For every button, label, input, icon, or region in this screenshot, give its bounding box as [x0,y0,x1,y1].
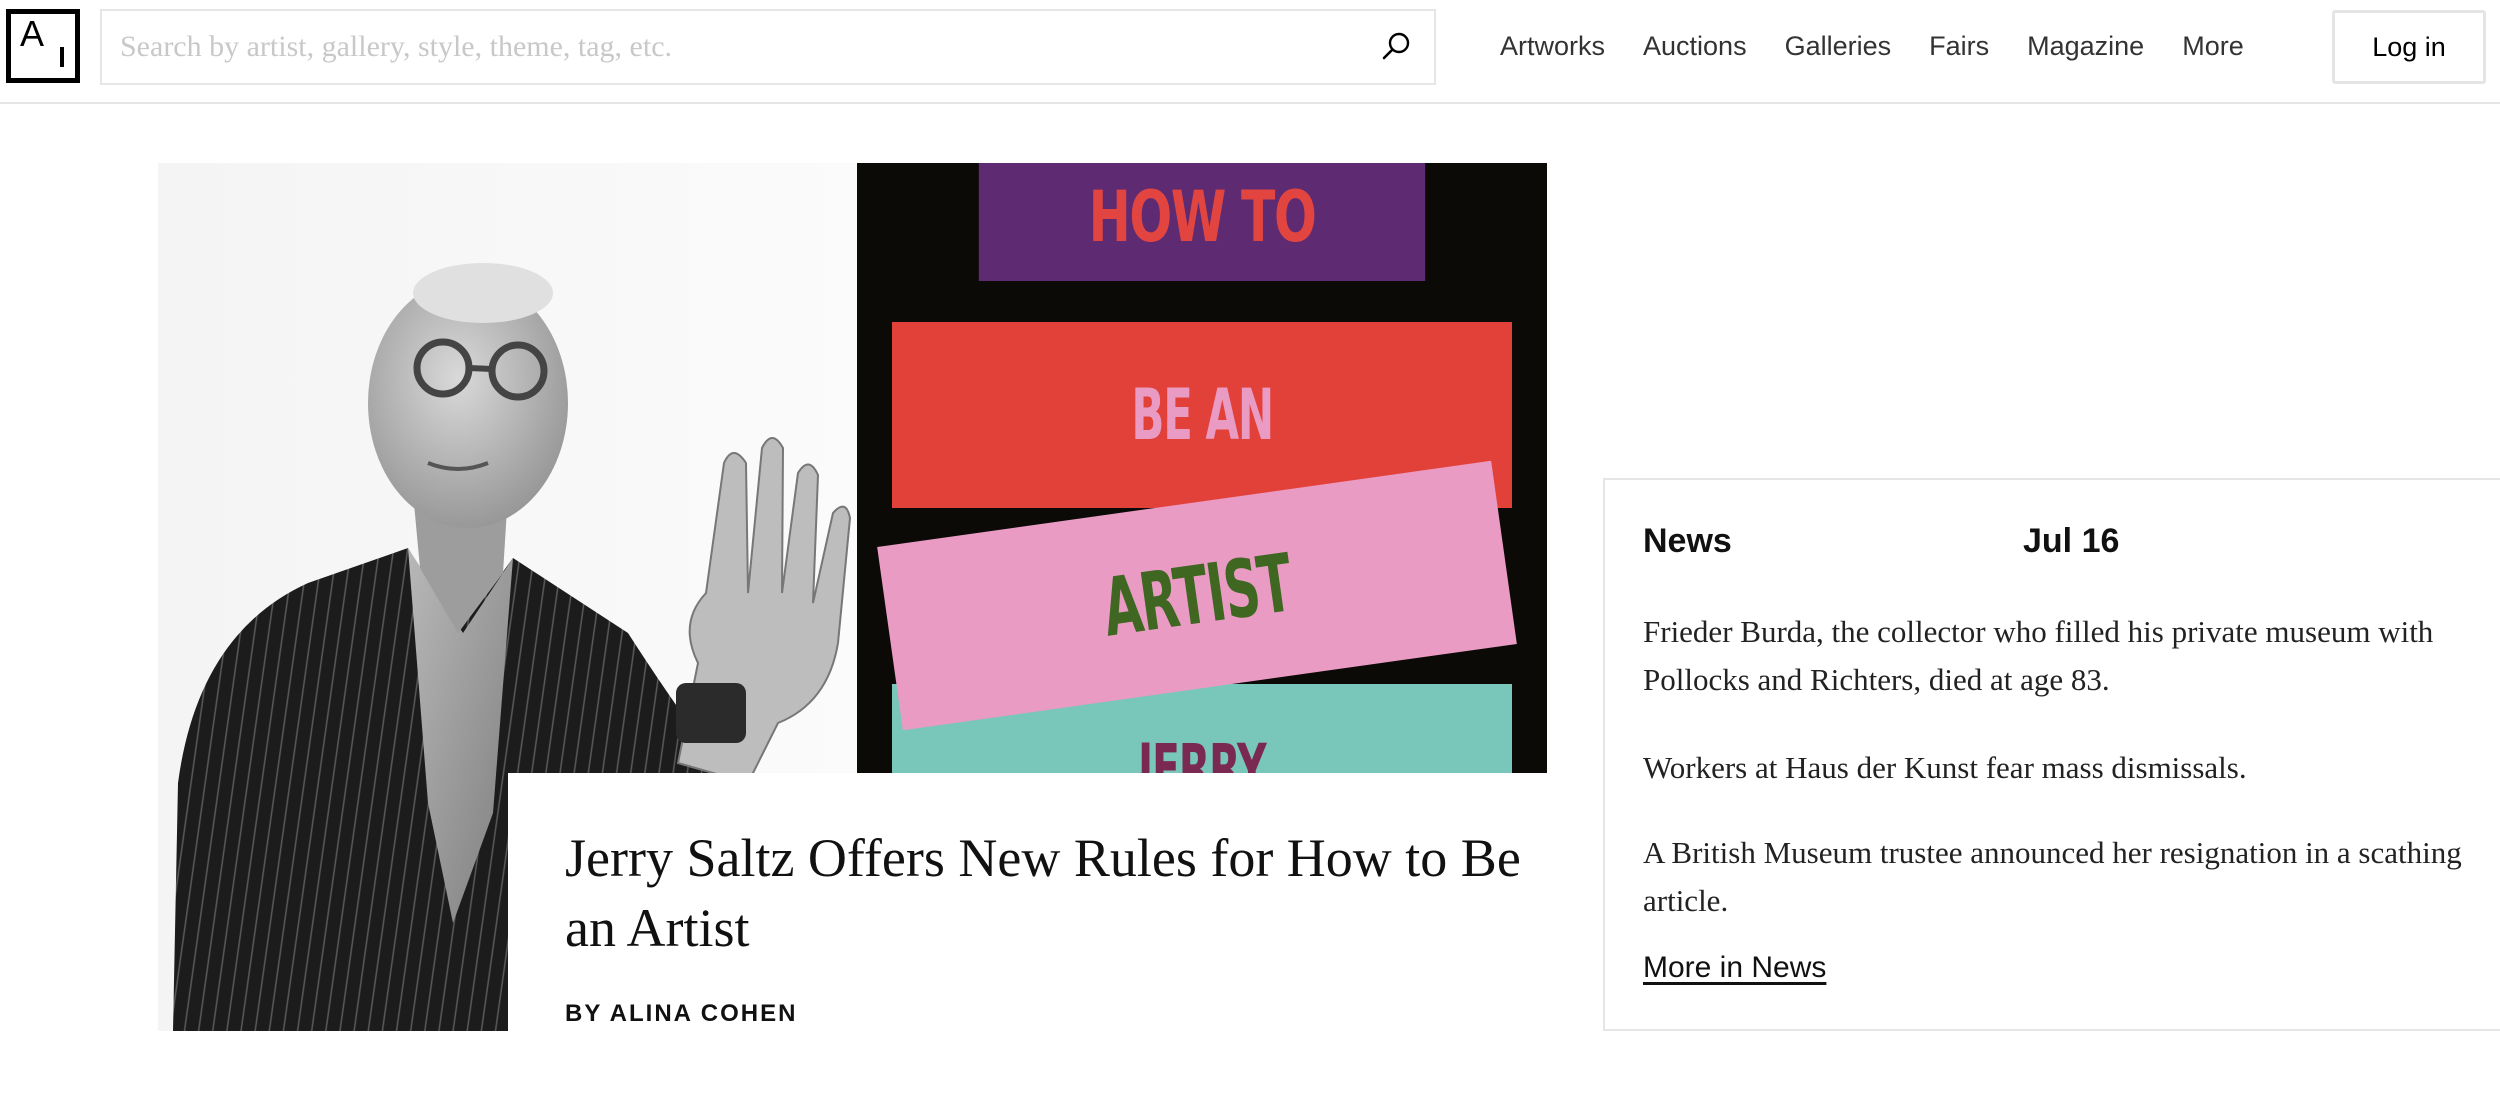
search-icon[interactable] [1378,29,1414,65]
article-byline: BY ALINA COHEN [565,1000,798,1027]
logo-mark [60,47,64,67]
nav-galleries[interactable]: Galleries [1785,31,1892,62]
article-headline[interactable]: Jerry Saltz Offers New Rules for How to … [565,823,1525,963]
cover-band-purple: HOW TO [978,163,1426,281]
news-item[interactable]: A British Museum trustee announced her r… [1643,829,2500,925]
main-nav: Artworks Auctions Galleries Fairs Magazi… [1500,0,2282,92]
news-title: News [1643,522,1732,560]
cover-line-1: HOW TO [1088,176,1317,258]
article-caption: Jerry Saltz Offers New Rules for How to … [508,773,1547,1031]
search-input[interactable] [120,11,1360,83]
cover-line-4: JERRY [1138,730,1267,773]
top-nav-bar: A Artworks Auctions Galleries Fairs Maga… [0,0,2500,104]
news-item[interactable]: Workers at Haus der Kunst fear mass dism… [1643,744,2500,792]
book-cover-image: HOW TO BE AN JERRY ARTIST [857,163,1547,773]
artsy-logo[interactable]: A [6,9,80,83]
news-panel: News Jul 16 Frieder Burda, the collector… [1603,478,2500,1031]
nav-more[interactable]: More [2182,31,2244,62]
search-box [100,9,1436,85]
nav-magazine[interactable]: Magazine [2027,31,2144,62]
news-item[interactable]: Frieder Burda, the collector who filled … [1643,608,2500,704]
featured-article[interactable]: HOW TO BE AN JERRY ARTIST Jerry Saltz Of… [158,163,1547,1031]
login-button[interactable]: Log in [2332,10,2486,84]
news-date: Jul 16 [2023,522,2120,560]
cover-line-3: ARTIST [1097,536,1297,655]
nav-artworks[interactable]: Artworks [1500,31,1605,62]
nav-fairs[interactable]: Fairs [1929,31,1989,62]
logo-letter: A [20,13,45,54]
nav-auctions[interactable]: Auctions [1643,31,1747,62]
more-in-news-link[interactable]: More in News [1643,951,1826,985]
cover-line-2: BE AN [1131,374,1274,456]
